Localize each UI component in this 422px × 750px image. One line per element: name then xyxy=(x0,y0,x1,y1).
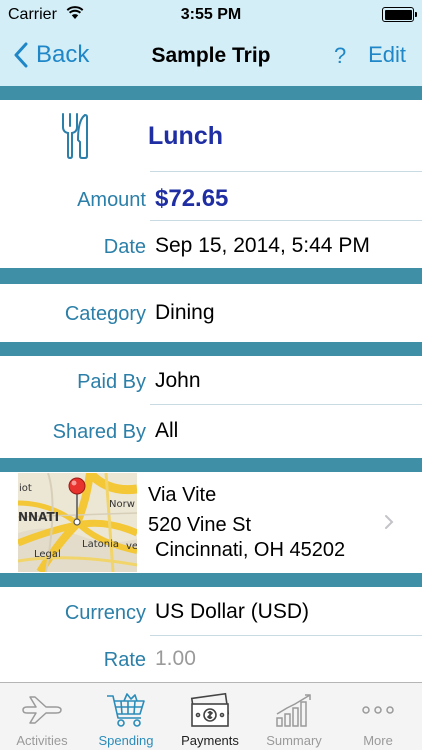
status-time: 3:55 PM xyxy=(180,6,242,23)
bar-chart-icon xyxy=(276,694,311,727)
rate-label: Rate xyxy=(103,649,146,671)
status-bar: Carrier 3:55 PM xyxy=(0,0,422,30)
rate-value: 1.00 xyxy=(155,647,196,670)
location-row[interactable]: iot NNATI Norw Legal Latonia ve Via Vite… xyxy=(0,472,422,573)
back-button[interactable]: Back xyxy=(14,41,89,69)
section-divider xyxy=(0,573,422,587)
fork-knife-icon xyxy=(62,113,88,160)
row-separator xyxy=(150,404,422,405)
map-label: Latonia xyxy=(82,539,119,550)
currency-value: US Dollar (USD) xyxy=(155,600,310,623)
amount-label: Amount xyxy=(77,189,146,211)
battery-icon xyxy=(382,7,417,22)
navigation-bar: Back Sample Trip ? Edit xyxy=(0,30,422,86)
tab-label: More xyxy=(363,733,393,748)
airplane-icon xyxy=(22,696,62,724)
section-divider xyxy=(0,458,422,472)
tab-label: Spending xyxy=(98,733,154,748)
date-value: Sep 15, 2014, 5:44 PM xyxy=(155,234,370,257)
tab-activities[interactable]: Activities xyxy=(0,683,84,750)
row-separator xyxy=(150,220,422,221)
location-address-line1: 520 Vine St xyxy=(148,514,252,536)
expense-name: Lunch xyxy=(148,122,223,150)
tab-label: Summary xyxy=(266,733,322,748)
map-label: Legal xyxy=(34,549,61,560)
map-label: Norw xyxy=(109,499,135,510)
chevron-right-icon xyxy=(385,515,394,529)
more-dots-icon xyxy=(362,706,394,714)
tab-label: Payments xyxy=(181,733,239,748)
tab-summary[interactable]: Summary xyxy=(252,683,336,750)
money-icon xyxy=(190,692,230,727)
map-thumbnail: iot NNATI Norw Legal Latonia ve xyxy=(18,473,137,572)
payer-section: Paid By John Shared By All xyxy=(0,356,422,458)
category-value: Dining xyxy=(155,301,215,324)
shopping-cart-icon xyxy=(107,693,145,727)
section-divider xyxy=(0,86,422,100)
location-name: Via Vite xyxy=(148,484,217,506)
tab-payments[interactable]: Payments xyxy=(168,683,252,750)
shared-by-value: All xyxy=(155,419,179,442)
edit-button[interactable]: Edit xyxy=(368,42,406,68)
paid-by-label: Paid By xyxy=(77,371,146,393)
category-section: Category Dining xyxy=(0,284,422,342)
category-label: Category xyxy=(64,303,146,325)
shared-by-label: Shared By xyxy=(52,421,146,443)
section-divider xyxy=(0,342,422,356)
chevron-left-icon xyxy=(14,42,28,68)
row-separator xyxy=(150,171,422,172)
help-button[interactable]: ? xyxy=(334,43,346,69)
back-label: Back xyxy=(36,41,90,68)
map-label: ve xyxy=(126,541,137,552)
paid-by-value: John xyxy=(155,369,201,392)
tab-spending[interactable]: Spending xyxy=(84,683,168,750)
map-label: iot xyxy=(19,483,32,494)
tab-bar: Activities Spending Payments Summary Mor… xyxy=(0,682,422,750)
row-separator xyxy=(150,635,422,636)
location-address-line2: Cincinnati, OH 45202 xyxy=(155,539,346,561)
section-divider xyxy=(0,268,422,284)
expense-section: Lunch Amount $72.65 Date Sep 15, 2014, 5… xyxy=(0,100,422,268)
currency-section: Currency US Dollar (USD) Rate 1.00 xyxy=(0,587,422,682)
tab-label: Activities xyxy=(16,733,68,748)
currency-label: Currency xyxy=(64,602,146,624)
map-label: NNATI xyxy=(18,510,59,524)
amount-value: $72.65 xyxy=(155,185,229,212)
tab-more[interactable]: More xyxy=(336,683,420,750)
date-label: Date xyxy=(103,236,146,258)
